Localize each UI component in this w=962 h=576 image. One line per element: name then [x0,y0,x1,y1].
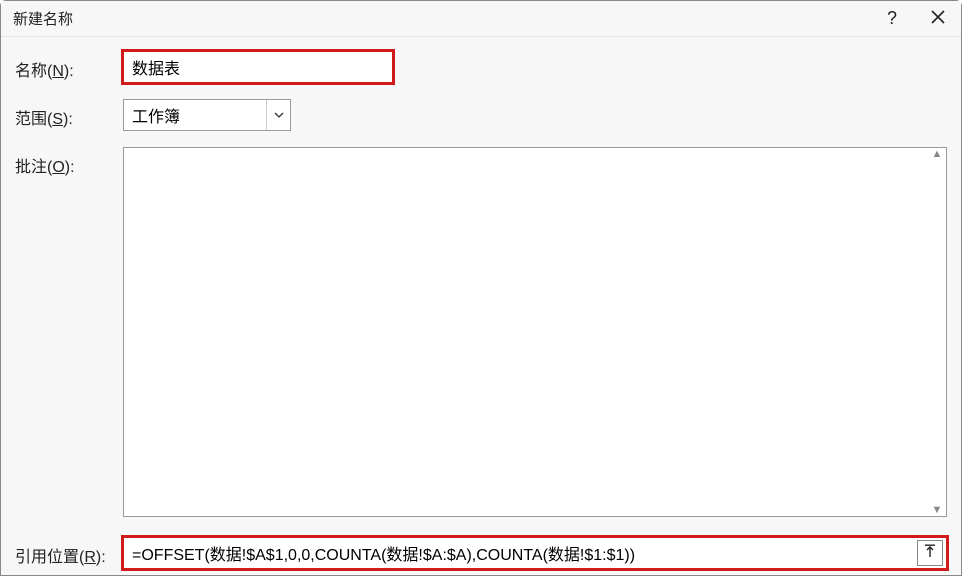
dialog-title: 新建名称 [13,8,869,29]
name-input[interactable] [123,51,393,83]
new-name-dialog: 新建名称 ? 名称(N): 范围(S): [0,0,962,576]
scroll-down-icon: ▼ [932,504,943,516]
chevron-down-icon [266,100,290,130]
close-button[interactable] [915,1,961,37]
comment-textarea[interactable] [123,147,947,517]
row-reference: 引用位置(R): [15,537,947,569]
help-icon: ? [887,8,897,29]
close-icon [931,10,945,28]
label-name: 名称(N): [15,51,115,81]
help-button[interactable]: ? [869,1,915,37]
reference-input[interactable] [123,537,947,569]
row-name: 名称(N): [15,51,947,83]
label-reference: 引用位置(R): [15,537,115,567]
label-scope: 范围(S): [15,99,115,129]
range-picker-button[interactable] [917,540,943,566]
label-comment: 批注(O): [15,147,115,177]
scrollbar[interactable]: ▲ ▼ [928,148,946,516]
scope-select[interactable] [123,99,291,131]
row-scope: 范围(S): [15,99,947,131]
titlebar: 新建名称 ? [1,1,961,37]
row-comment: 批注(O): ▲ ▼ [15,147,947,521]
range-picker-icon [924,544,936,562]
scroll-up-icon: ▲ [932,148,943,160]
